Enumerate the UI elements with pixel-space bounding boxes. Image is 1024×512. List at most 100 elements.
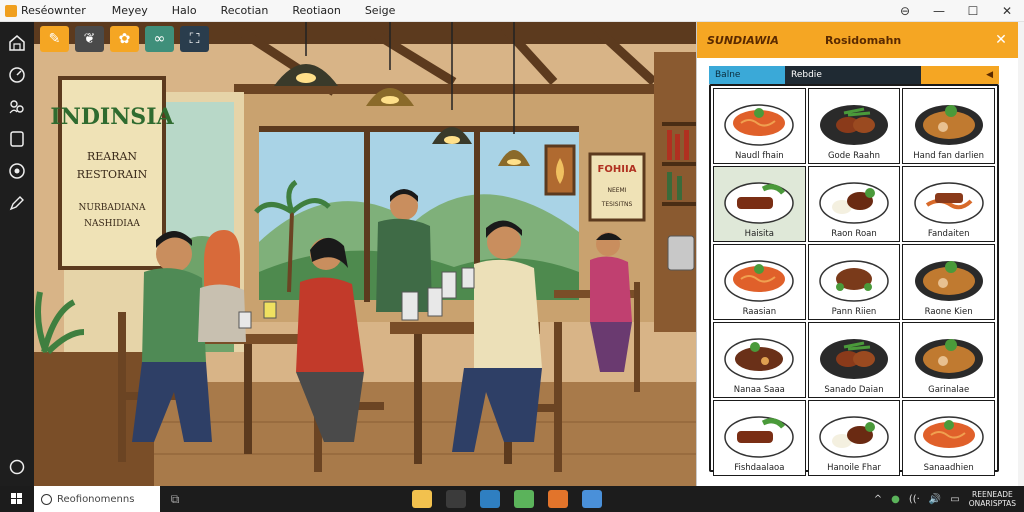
- tab-1[interactable]: Balne: [709, 66, 785, 84]
- leaf-icon: ❦: [83, 31, 96, 47]
- search-icon: [41, 493, 52, 505]
- left-sidebar: [0, 22, 34, 486]
- tab-back[interactable]: ◀: [921, 66, 999, 84]
- taskbar-app-folder-icon[interactable]: [412, 490, 432, 508]
- dish-tile[interactable]: Raone Kien: [902, 244, 995, 320]
- clock-line-2: ONARISPTAS: [968, 499, 1016, 508]
- dish-label: Hand fan darlien: [913, 151, 985, 161]
- clock[interactable]: REENEADE ONARISPTAS: [969, 490, 1016, 508]
- taskbar-app-store-icon[interactable]: [446, 490, 466, 508]
- taskbar-app-photos-icon[interactable]: [480, 490, 500, 508]
- panel-title: Rosidomahn: [824, 33, 902, 47]
- dish-tile[interactable]: Pann Riien: [807, 244, 901, 320]
- dish-tile[interactable]: Hand fan darlien: [902, 88, 995, 164]
- users-icon[interactable]: [6, 96, 28, 118]
- taskbar-search[interactable]: Reofionomenns: [34, 486, 160, 512]
- dish-image: [819, 260, 889, 302]
- pen-icon[interactable]: [6, 192, 28, 214]
- volume-icon[interactable]: 🔊: [929, 494, 941, 505]
- restaurant-illustration: INDINSIA REARAN RESTORAIN NURBADIANA NAS…: [34, 22, 696, 486]
- link-tool-button[interactable]: ∞: [145, 26, 174, 52]
- scene-canvas[interactable]: INDINSIA REARAN RESTORAIN NURBADIANA NAS…: [34, 22, 696, 486]
- link-icon: ∞: [153, 31, 166, 47]
- dish-tile[interactable]: Sanado Daian: [807, 322, 901, 398]
- dish-image: [914, 339, 983, 379]
- app-logo-icon: [5, 4, 17, 17]
- dish-tile[interactable]: Fishdaalaoa: [713, 400, 806, 476]
- dish-label: Hanoile Fhar: [827, 463, 881, 473]
- camera-icon[interactable]: [6, 160, 28, 182]
- dish-tile[interactable]: Haisita: [713, 166, 806, 242]
- dish-tile[interactable]: Naudl fhain: [713, 88, 806, 164]
- menu-item-3[interactable]: Recotian: [221, 4, 269, 17]
- home-icon[interactable]: [6, 32, 28, 54]
- plate-icon: ✿: [118, 31, 131, 47]
- dish-label: Garinalae: [928, 385, 970, 395]
- tray-app-icon[interactable]: ●: [891, 494, 900, 505]
- maximize-button[interactable]: ☐: [956, 4, 990, 18]
- dish-tile[interactable]: Garinalae: [902, 322, 995, 398]
- dish-image: [724, 104, 795, 146]
- brush-tool-button[interactable]: ✎: [40, 26, 69, 52]
- dish-tile[interactable]: Gode Raahn: [807, 88, 901, 164]
- dish-label: Gode Raahn: [827, 151, 880, 161]
- dish-image: [819, 182, 889, 224]
- dish-label: Fishdaalaoa: [734, 463, 785, 473]
- dish-image: [819, 416, 889, 458]
- panel-header: SUNDIAWIA Rosidomahn ✕: [697, 22, 1018, 58]
- window-controls: ⊖ — ☐ ✕: [888, 0, 1024, 22]
- gauge-icon[interactable]: [6, 64, 28, 86]
- dish-label: Sanado Daian: [824, 385, 884, 395]
- dish-tile[interactable]: Nanaa Saaa: [713, 322, 806, 398]
- tab-2[interactable]: Rebdie: [785, 66, 921, 84]
- dish-image: [724, 416, 795, 458]
- app-name: Reséownter: [21, 4, 86, 17]
- menu-item-2[interactable]: Halo: [172, 4, 197, 17]
- dish-label: Fandaiten: [927, 229, 970, 239]
- tray-chevron-icon[interactable]: ^: [874, 494, 882, 505]
- dish-label: Naudl fhain: [734, 151, 784, 161]
- small-sign-line-2: TESISITNS: [601, 201, 633, 208]
- brush-icon: ✎: [48, 31, 61, 47]
- profile-circle-icon[interactable]: [6, 456, 28, 478]
- task-view-icon[interactable]: ⧉: [160, 492, 190, 507]
- search-placeholder: Reofionomenns: [57, 493, 135, 505]
- minimize-button[interactable]: —: [922, 4, 956, 18]
- close-icon[interactable]: ✕: [994, 33, 1008, 47]
- start-button[interactable]: [0, 486, 34, 512]
- sign-line-2: RESTORAIN: [77, 168, 148, 181]
- pin-icon[interactable]: ⊖: [888, 4, 922, 18]
- battery-icon[interactable]: ▭: [950, 494, 959, 505]
- dish-label: Raasian: [742, 307, 777, 317]
- dish-tile[interactable]: Raon Roan: [807, 166, 901, 242]
- taskbar-app-browser-icon[interactable]: [514, 490, 534, 508]
- menu-item-1[interactable]: Meyey: [112, 4, 148, 17]
- close-button[interactable]: ✕: [990, 4, 1024, 18]
- panel-brand: SUNDIAWIA: [707, 33, 779, 47]
- dish-image: [913, 182, 984, 224]
- dish-label: Nanaa Saaa: [733, 385, 785, 395]
- plate-tool-button[interactable]: ✿: [110, 26, 139, 52]
- leaf-tool-button[interactable]: ❦: [75, 26, 104, 52]
- menu-item-5[interactable]: Seige: [365, 4, 396, 17]
- taskbar-app-media-icon[interactable]: [548, 490, 568, 508]
- windows-icon: [11, 493, 22, 504]
- taskbar: Reofionomenns ⧉ ^ ● ((· 🔊 ▭ REENEADE ONA…: [0, 486, 1024, 512]
- clock-line-1: REENEADE: [972, 490, 1013, 499]
- dish-tile[interactable]: Sanaadhien: [902, 400, 995, 476]
- menu-item-4[interactable]: Reotiaon: [292, 4, 340, 17]
- dish-label: Raone Kien: [924, 307, 973, 317]
- expand-tool-button[interactable]: ⛶: [180, 26, 209, 52]
- wifi-icon[interactable]: ((·: [909, 494, 920, 505]
- taskbar-app-mail-icon[interactable]: [582, 490, 602, 508]
- dish-tile[interactable]: Hanoile Fhar: [807, 400, 901, 476]
- page-icon[interactable]: [6, 128, 28, 150]
- dish-image: [724, 260, 795, 302]
- dish-tile[interactable]: Raasian: [713, 244, 806, 320]
- dish-image: [724, 182, 795, 224]
- dish-label: Sanaadhien: [923, 463, 974, 473]
- canvas-toolbar: ✎ ❦ ✿ ∞ ⛶: [40, 26, 209, 52]
- dish-grid: Naudl fhain Gode Raahn Hand fan darlien Hai…: [709, 84, 999, 476]
- sign-title: INDINSIA: [50, 104, 174, 130]
- dish-tile[interactable]: Fandaiten: [902, 166, 995, 242]
